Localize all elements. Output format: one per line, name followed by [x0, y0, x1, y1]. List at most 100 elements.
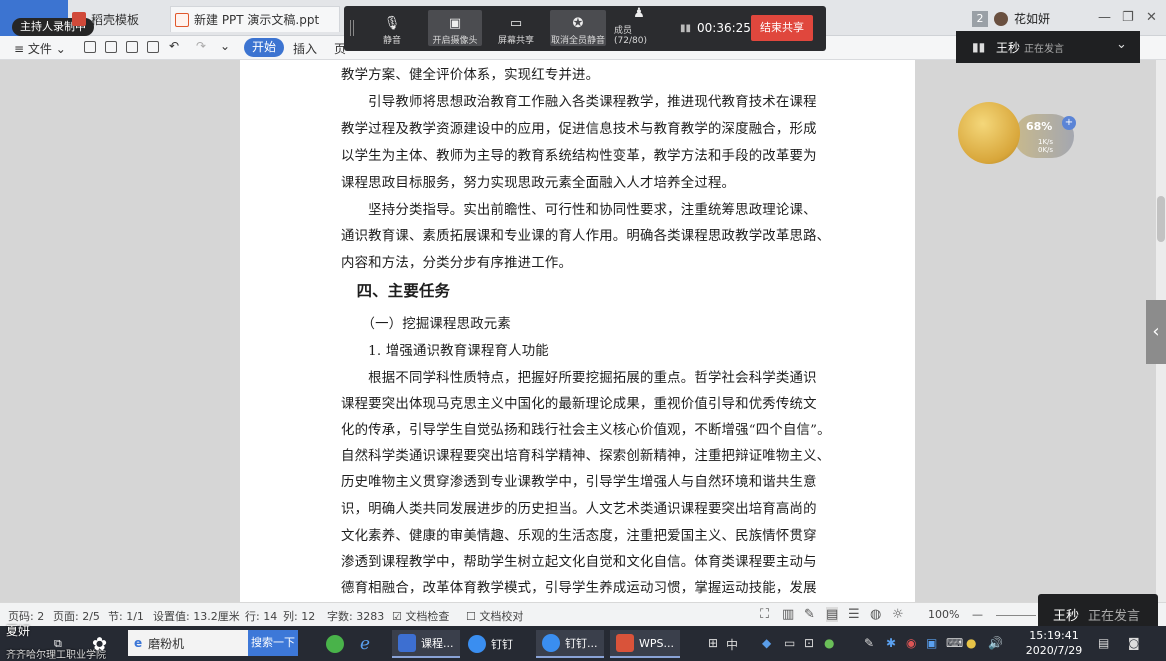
drag-handle[interactable] [350, 20, 354, 36]
user-name: 花如妍 [1014, 12, 1051, 26]
taskbar-app-dingtalk-2[interactable]: 钉钉... [536, 630, 604, 658]
proofread-button[interactable]: ☐ 文档校对 [466, 608, 523, 624]
document-page[interactable]: 教学方案、健全评价体系，实现红专并进。 引导教师将思想政治教育工作融入各类课程教… [240, 60, 915, 602]
browser-icon: e [134, 636, 143, 650]
keyboard-icon[interactable]: ⌨ [946, 636, 963, 650]
members-icon: ♟ [633, 6, 645, 21]
taskbar-app-label: 课程... [421, 637, 454, 650]
proofread-icon: ☐ [466, 610, 480, 623]
side-panel-toggle[interactable]: ‹ [1146, 300, 1166, 364]
web-view-icon[interactable]: ◍ [870, 607, 881, 622]
ie-browser-icon[interactable]: ℯ [360, 630, 370, 658]
undo-icon[interactable]: ↶ [169, 39, 179, 53]
speaker-name: 王秒 [996, 41, 1021, 55]
paragraph-line: 根据不同学科性质特点，把握好所要挖掘拓展的重点。哲学社会科学类通识 [341, 371, 817, 386]
antivirus-icon[interactable]: ◉ [906, 636, 916, 650]
eye-protection-icon[interactable]: ☼ [892, 607, 904, 622]
docer-icon [72, 12, 86, 26]
signal-icon: ▮▮ [680, 22, 692, 34]
taskbar-app-course[interactable]: 课程... [392, 630, 460, 658]
read-mode-icon[interactable]: ▥ [782, 607, 794, 622]
mute-all-icon: ✪ [572, 16, 584, 31]
paragraph-line: 德育相融合，改革体育教学模式，引导学生养成运动习惯，掌握运动技能，发展 [341, 581, 817, 596]
page-count[interactable]: 页面: 2/5 [53, 608, 100, 624]
speaker-panel[interactable]: ▮▮ 王秒 正在发言 ⌄ [956, 31, 1140, 63]
scrollbar-thumb[interactable] [1157, 196, 1165, 242]
paragraph-line: 课程思政目标服务，努力实现思政元素全面融入人才培养全过程。 [341, 176, 736, 191]
zoom-level[interactable]: 100% [928, 608, 959, 621]
menu-icon: ≡ [14, 42, 28, 56]
section-info: 节: 1/1 [108, 610, 144, 623]
speaker-name: 王秒 [1053, 609, 1080, 624]
user-area[interactable]: 2 花如妍 [972, 10, 1050, 27]
tab-label: 新建 PPT 演示文稿.ppt [194, 13, 320, 27]
tab-insert[interactable]: 插入 [293, 40, 317, 57]
paragraph-line: 课程要突出体现马克思主义中国化的最新理论成果，重视价值引导和优秀传统文 [341, 397, 817, 412]
members-button[interactable]: ♟ 成员(72/80) [614, 6, 664, 46]
ime-mode[interactable]: 中 [726, 636, 738, 653]
speaker-status: 正在发言 [1024, 44, 1064, 55]
taskbar-app-label: 钉钉... [565, 637, 598, 650]
tab-docer-template[interactable]: 稻壳模板 [72, 6, 139, 32]
mute-button[interactable]: 🎙 静音 [370, 10, 414, 46]
task-view-icon[interactable]: ⧉ [54, 630, 62, 658]
search-text: 磨粉机 [148, 636, 185, 651]
chevron-left-icon: ‹ [1152, 321, 1160, 342]
plus-icon[interactable]: + [1062, 116, 1076, 130]
display-icon[interactable]: ▭ [784, 636, 795, 650]
chevron-down-icon[interactable]: ⌄ [1116, 37, 1127, 52]
camera-button[interactable]: ▣ 开启摄像头 [428, 10, 482, 46]
camera-icon: ▣ [448, 16, 462, 31]
tab-start[interactable]: 开始 [244, 38, 285, 57]
word-count[interactable]: 字数: 3283 [327, 608, 384, 624]
zoom-slider[interactable] [996, 615, 1036, 616]
outline-view-icon[interactable]: ☰ [848, 607, 860, 622]
tab-ppt-document[interactable]: 新建 PPT 演示文稿.ppt [170, 6, 340, 32]
taskbar-app-dingtalk[interactable]: 钉钉 [468, 630, 513, 658]
edit-icon[interactable]: ✎ [804, 607, 815, 622]
save-icon[interactable] [84, 41, 96, 53]
proofread-label: 文档校对 [479, 610, 524, 623]
print-preview-icon[interactable] [147, 41, 159, 53]
paragraph-line: 以学生为主体、教师为主导的教育系统结构性变革，教学方法和手段的改革要为 [341, 149, 817, 164]
tray-app-2-icon[interactable]: ▣ [926, 636, 937, 650]
security-icon[interactable]: ◆ [762, 636, 771, 650]
redo-icon[interactable]: ↷ [196, 39, 206, 53]
network-icon[interactable]: ⊡ [804, 636, 814, 650]
share-screen-button[interactable]: ▭ 屏幕共享 [494, 10, 538, 46]
wechat-icon[interactable] [326, 630, 344, 658]
chevron-down-icon[interactable]: ⌄ [220, 39, 230, 53]
microphone-icon: 🎙 [383, 16, 401, 31]
search-input[interactable]: e 磨粉机 [128, 630, 248, 656]
system-clock[interactable]: 15:19:41 2020/7/29 [1022, 628, 1086, 658]
chat-icon[interactable]: ◙ [1128, 636, 1140, 650]
fullscreen-icon[interactable]: ⛶ [760, 607, 769, 622]
app-launcher-icon[interactable]: ✿ [92, 630, 107, 658]
spell-check-button[interactable]: ☑ 文档检查 [392, 608, 449, 624]
wechat-tray-icon[interactable]: ● [824, 636, 834, 650]
close-icon[interactable]: ✕ [1146, 10, 1157, 25]
search-button[interactable]: 搜索一下 [248, 630, 298, 656]
spell-check-label: 文档检查 [405, 610, 450, 623]
export-pdf-icon[interactable] [105, 41, 117, 53]
print-icon[interactable] [126, 41, 138, 53]
ime-icon[interactable]: ⊞ [708, 636, 718, 650]
end-share-button[interactable]: 结束共享 [751, 15, 813, 41]
status-bar: 页码: 2 页面: 2/5 节: 1/1 设置值: 13.2厘米 行: 14 列… [0, 602, 1166, 626]
file-menu[interactable]: ≡ 文件 ⌄ [14, 40, 66, 57]
minimize-icon[interactable]: — [1098, 10, 1111, 25]
notification-icon[interactable]: ▤ [1098, 636, 1109, 650]
taskbar-app-wps[interactable]: WPS... [610, 630, 680, 658]
tray-app-icon[interactable]: ✎ [864, 636, 874, 650]
bluetooth-icon[interactable]: ✱ [886, 636, 896, 650]
page-view-icon[interactable]: ▤ [826, 607, 839, 622]
volume-icon[interactable]: 🔊 [988, 636, 1003, 650]
network-speed-widget[interactable]: 68% 1K/s 0K/s + [958, 96, 1078, 170]
taskbar-app-label: WPS... [639, 636, 674, 650]
tray-app-3-icon[interactable]: ● [966, 636, 976, 650]
clock-time: 15:19:41 [1029, 629, 1079, 642]
restore-icon[interactable]: ❐ [1122, 10, 1134, 25]
zoom-out-icon[interactable]: — [972, 608, 983, 621]
unmute-all-button[interactable]: ✪ 取消全员静音 [550, 10, 606, 46]
paragraph-line: 引导教师将思想政治教育工作融入各类课程教学，推进现代教育技术在课程 [341, 95, 817, 110]
